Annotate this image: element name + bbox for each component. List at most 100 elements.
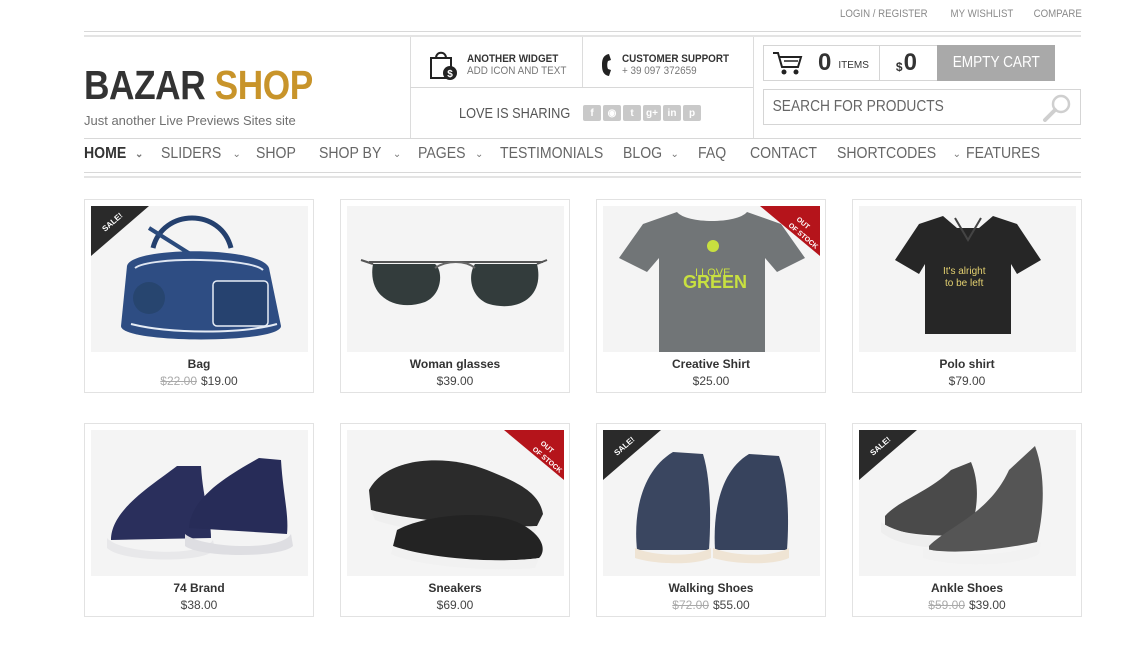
product-image[interactable]: SALE! bbox=[859, 430, 1076, 576]
product-old-price: $59.00 bbox=[928, 598, 965, 612]
cart-summary[interactable]: 0 ITEMS $ 0 bbox=[763, 45, 938, 81]
rss-icon[interactable]: ◉ bbox=[603, 105, 621, 121]
nav-label: TESTIMONIALS bbox=[500, 145, 604, 162]
product-card[interactable]: SALE! Ankle Shoes $59.00 $39.00 bbox=[852, 423, 1082, 617]
nav-shortcodes[interactable]: SHORTCODES ⌄ bbox=[837, 145, 966, 163]
nav-label: SHOP bbox=[256, 145, 296, 162]
another-widget: $ ANOTHER WIDGET ADD ICON AND TEXT bbox=[427, 48, 577, 82]
product-image[interactable]: It's alright to be left bbox=[859, 206, 1076, 352]
shopping-bag-icon: $ bbox=[430, 51, 457, 80]
nav-label: HOME bbox=[84, 145, 127, 162]
widget-title: ANOTHER WIDGET bbox=[467, 53, 559, 65]
sale-badge: SALE! bbox=[603, 430, 661, 480]
nav-sliders[interactable]: SLIDERS ⌄ bbox=[161, 145, 256, 163]
product-name[interactable]: Ankle Shoes bbox=[853, 581, 1081, 595]
nav-label: SHORTCODES bbox=[837, 145, 937, 162]
linkedin-icon[interactable]: in bbox=[663, 105, 681, 121]
product-price: $72.00 $55.00 bbox=[597, 598, 825, 612]
product-image[interactable]: I LOVE GREEN OUT OF STOCK bbox=[603, 206, 820, 352]
product-price: $59.00 $39.00 bbox=[853, 598, 1081, 612]
compare-link[interactable]: COMPARE bbox=[1034, 8, 1082, 20]
product-name[interactable]: Bag bbox=[85, 357, 313, 371]
svg-text:It's alright: It's alright bbox=[943, 266, 986, 277]
sharing-label: LOVE IS SHARING bbox=[459, 105, 571, 122]
nav-label: FAQ bbox=[698, 145, 727, 162]
nav-home[interactable]: HOME ⌄ bbox=[84, 145, 161, 163]
product-current-price: $69.00 bbox=[436, 598, 474, 612]
chevron-down-icon: ⌄ bbox=[232, 148, 241, 160]
nav-testimonials[interactable]: TESTIMONIALS bbox=[500, 145, 623, 163]
twitter-icon[interactable]: t bbox=[623, 105, 641, 121]
product-current-price: $19.00 bbox=[201, 374, 238, 388]
product-name[interactable]: Woman glasses bbox=[341, 357, 569, 371]
sale-badge: SALE! bbox=[91, 206, 149, 256]
svg-text:GREEN: GREEN bbox=[683, 272, 747, 292]
nav-label: PAGES bbox=[418, 145, 466, 162]
customer-support: CUSTOMER SUPPORT + 39 097 372659 bbox=[600, 52, 741, 78]
svg-text:$: $ bbox=[447, 69, 453, 80]
top-links: LOGIN / REGISTER MY WISHLIST COMPARE bbox=[828, 8, 1082, 20]
product-name[interactable]: Sneakers bbox=[341, 581, 569, 595]
empty-cart-label: EMPTY CART bbox=[952, 54, 1040, 71]
product-card[interactable]: OUT OF STOCK Sneakers $69.00 bbox=[340, 423, 570, 617]
chevron-down-icon: ⌄ bbox=[474, 148, 484, 160]
divider bbox=[84, 31, 1081, 32]
product-name[interactable]: Polo shirt bbox=[853, 357, 1081, 371]
nav-label: SLIDERS bbox=[161, 145, 222, 162]
product-image[interactable] bbox=[347, 206, 564, 352]
product-old-price: $72.00 bbox=[672, 598, 709, 612]
nav-label: CONTACT bbox=[750, 145, 818, 162]
logo-text-shop: SHOP bbox=[214, 62, 314, 108]
divider bbox=[84, 172, 1081, 173]
product-price: $69.00 bbox=[341, 598, 569, 612]
site-tagline: Just another Live Previews Sites site bbox=[84, 113, 296, 128]
nav-faq[interactable]: FAQ bbox=[698, 145, 750, 163]
product-name[interactable]: 74 Brand bbox=[85, 581, 313, 595]
site-logo[interactable]: BAZAR SHOP bbox=[84, 62, 313, 109]
divider bbox=[410, 87, 753, 88]
product-image[interactable] bbox=[91, 430, 308, 576]
product-card[interactable]: SALE! Bag $22.00 $19.00 bbox=[84, 199, 314, 393]
chevron-down-icon: ⌄ bbox=[135, 148, 144, 160]
nav-features[interactable]: FEATURES bbox=[966, 145, 1050, 163]
login-register-link[interactable]: LOGIN / REGISTER bbox=[840, 8, 928, 20]
nav-contact[interactable]: CONTACT bbox=[750, 145, 837, 163]
logo-text-bazar: BAZAR bbox=[84, 62, 215, 108]
chevron-down-icon: ⌄ bbox=[670, 148, 679, 160]
phone-icon bbox=[602, 54, 611, 76]
product-price: $38.00 bbox=[85, 598, 313, 612]
facebook-icon[interactable]: f bbox=[583, 105, 601, 121]
product-price: $25.00 bbox=[597, 374, 825, 388]
out-of-stock-badge: OUT OF STOCK bbox=[760, 206, 820, 256]
wishlist-link[interactable]: MY WISHLIST bbox=[950, 8, 1013, 20]
nav-label: FEATURES bbox=[966, 145, 1041, 162]
product-card[interactable]: I LOVE GREEN OUT OF STOCK Creative Shirt… bbox=[596, 199, 826, 393]
product-name[interactable]: Creative Shirt bbox=[597, 357, 825, 371]
product-card[interactable]: It's alright to be left Polo shirt $79.0… bbox=[852, 199, 1082, 393]
product-current-price: $25.00 bbox=[692, 374, 730, 388]
svg-text:to be left: to be left bbox=[945, 278, 984, 289]
product-image[interactable]: SALE! bbox=[91, 206, 308, 352]
sale-badge: SALE! bbox=[859, 430, 917, 480]
empty-cart-button[interactable]: EMPTY CART bbox=[937, 45, 1055, 81]
nav-shop-by[interactable]: SHOP BY ⌄ bbox=[319, 145, 418, 163]
search-icon[interactable] bbox=[1042, 94, 1072, 122]
nav-blog[interactable]: BLOG ⌄ bbox=[623, 145, 698, 163]
divider bbox=[753, 37, 754, 138]
product-image[interactable]: OUT OF STOCK bbox=[347, 430, 564, 576]
product-name[interactable]: Walking Shoes bbox=[597, 581, 825, 595]
cart-icon bbox=[773, 52, 803, 75]
divider bbox=[84, 176, 1081, 178]
widget-subtitle: ADD ICON AND TEXT bbox=[467, 65, 567, 77]
product-card[interactable]: 74 Brand $38.00 bbox=[84, 423, 314, 617]
nav-pages[interactable]: PAGES ⌄ bbox=[418, 145, 500, 163]
product-current-price: $55.00 bbox=[713, 598, 750, 612]
product-image[interactable]: SALE! bbox=[603, 430, 820, 576]
product-card[interactable]: Woman glasses $39.00 bbox=[340, 199, 570, 393]
search-input[interactable] bbox=[764, 90, 988, 124]
google-plus-icon[interactable]: g+ bbox=[643, 105, 661, 121]
pinterest-icon[interactable]: p bbox=[683, 105, 701, 121]
product-card[interactable]: SALE! Walking Shoes $72.00 $55.00 bbox=[596, 423, 826, 617]
nav-shop[interactable]: SHOP bbox=[256, 145, 319, 163]
product-price: $22.00 $19.00 bbox=[85, 374, 313, 388]
